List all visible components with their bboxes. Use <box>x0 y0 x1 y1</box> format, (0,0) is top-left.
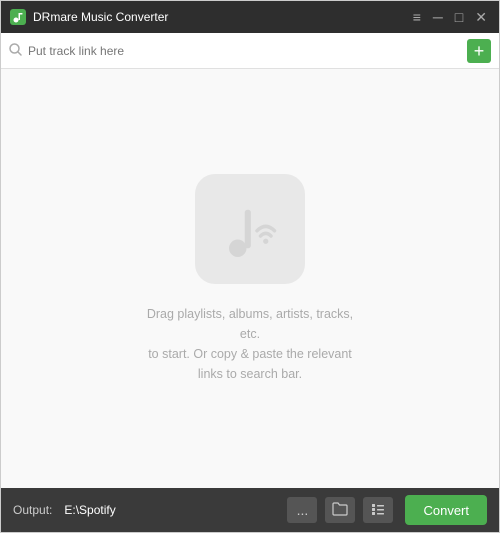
list-button[interactable] <box>363 497 393 523</box>
main-content: Drag playlists, albums, artists, tracks,… <box>1 69 499 488</box>
folder-button[interactable] <box>325 497 355 523</box>
dots-icon: ... <box>297 502 309 518</box>
app-title: DRmare Music Converter <box>33 10 409 24</box>
title-bar: DRmare Music Converter ≡ ─ □ ✕ <box>1 1 499 33</box>
list-icon <box>370 502 386 519</box>
minimize-button[interactable]: ─ <box>429 10 447 24</box>
placeholder-icon <box>195 174 305 284</box>
folder-icon <box>332 502 348 519</box>
search-input[interactable] <box>28 44 467 58</box>
close-button[interactable]: ✕ <box>471 10 491 24</box>
maximize-button[interactable]: □ <box>451 10 467 24</box>
search-bar: + <box>1 33 499 69</box>
more-options-button[interactable]: ... <box>287 497 317 523</box>
app-icon <box>9 8 27 26</box>
menu-icon[interactable]: ≡ <box>409 10 425 24</box>
search-icon <box>9 43 22 59</box>
placeholder-text: Drag playlists, albums, artists, tracks,… <box>140 304 360 384</box>
footer: Output: E:\Spotify ... <box>1 488 499 532</box>
output-path: E:\Spotify <box>64 503 279 517</box>
app-window: DRmare Music Converter ≡ ─ □ ✕ + <box>0 0 500 533</box>
window-controls: ≡ ─ □ ✕ <box>409 10 491 24</box>
add-button[interactable]: + <box>467 39 491 63</box>
convert-button[interactable]: Convert <box>405 495 487 525</box>
output-label: Output: <box>13 503 52 517</box>
